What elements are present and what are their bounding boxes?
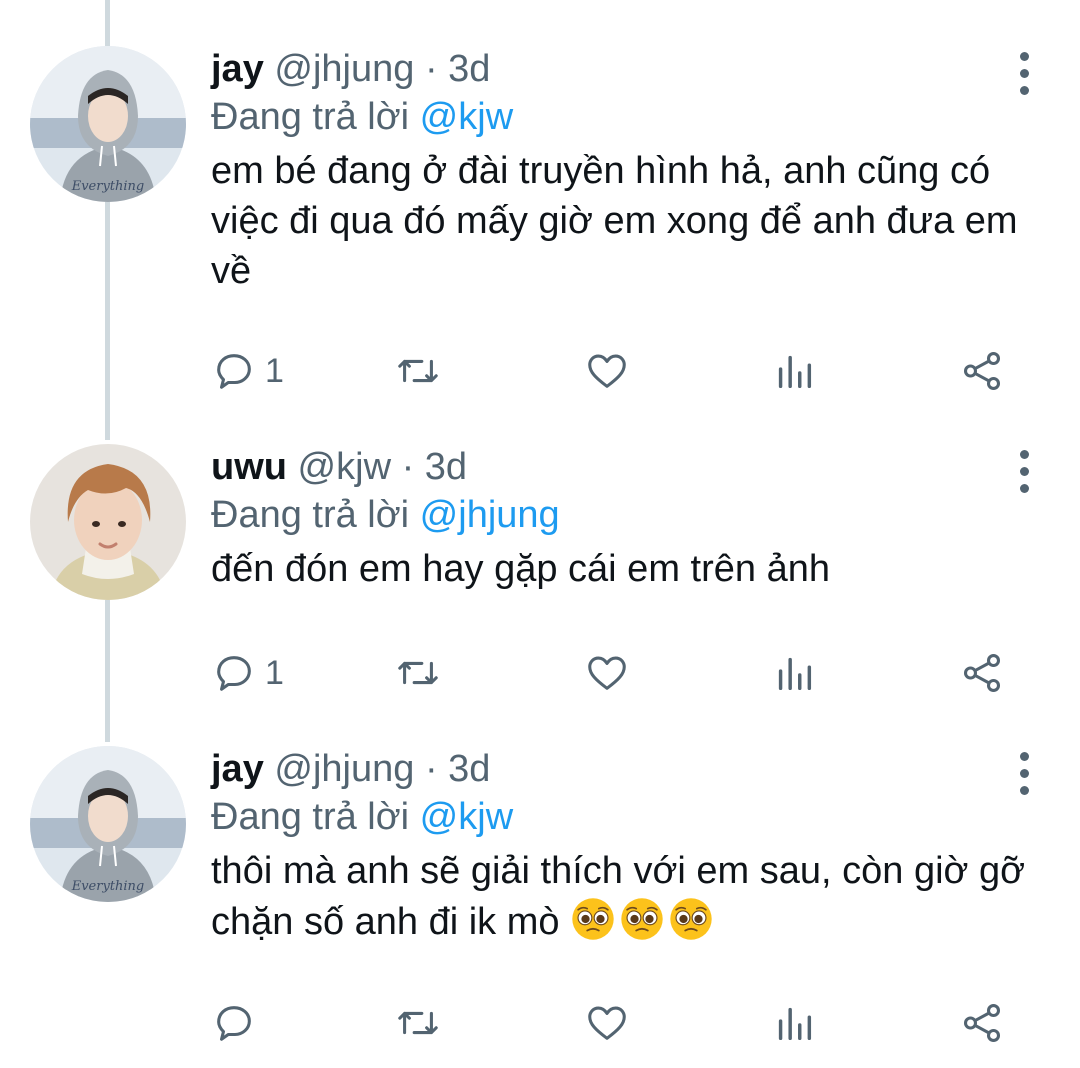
timestamp[interactable]: 3d xyxy=(448,48,490,90)
stats-button[interactable] xyxy=(771,998,817,1048)
tweet-actions xyxy=(211,998,1011,1048)
retweet-icon xyxy=(398,1011,438,1035)
reply-to-line: Đang trả lời @kjw xyxy=(211,92,1040,142)
reply-button[interactable] xyxy=(211,998,265,1048)
svg-text:Everything: Everything xyxy=(71,879,145,894)
like-button[interactable] xyxy=(584,648,630,698)
tweet-actions: 1 xyxy=(211,346,1011,396)
more-icon[interactable] xyxy=(1016,52,1032,112)
reply-count: 1 xyxy=(265,653,284,692)
like-button[interactable] xyxy=(584,998,630,1048)
reply-to-mention[interactable]: @kjw xyxy=(420,96,513,138)
avatar[interactable] xyxy=(30,444,186,600)
reply-icon xyxy=(217,354,251,389)
stats-icon xyxy=(778,657,812,691)
reply-to-prefix: Đang trả lời xyxy=(211,96,410,138)
retweet-button[interactable] xyxy=(395,998,441,1048)
tweet-text: thôi mà anh sẽ giải thích với em sau, cò… xyxy=(211,846,1040,947)
handle[interactable]: @kjw xyxy=(298,446,391,488)
more-icon[interactable] xyxy=(1016,752,1032,812)
reply-to-prefix: Đang trả lời xyxy=(211,494,410,536)
tweet-actions: 1 xyxy=(211,648,1011,698)
thread-line xyxy=(105,190,110,440)
tweet-header: uwu @kjw · 3d xyxy=(211,444,1040,490)
retweet-button[interactable] xyxy=(395,346,441,396)
stats-button[interactable] xyxy=(771,346,817,396)
reply-to-line: Đang trả lời @jhjung xyxy=(211,490,1040,540)
like-icon xyxy=(588,656,626,690)
pleading-face-emoji xyxy=(621,898,663,940)
share-button[interactable] xyxy=(959,998,1005,1048)
handle[interactable]: @jhjung xyxy=(274,748,414,790)
reply-to-prefix: Đang trả lời xyxy=(211,796,410,838)
retweet-icon xyxy=(398,661,438,685)
stats-button[interactable] xyxy=(771,648,817,698)
svg-text:Everything: Everything xyxy=(71,179,145,194)
stats-icon xyxy=(778,355,812,389)
share-button[interactable] xyxy=(959,346,1005,396)
pleading-face-emoji xyxy=(572,898,614,940)
thread-line xyxy=(105,600,110,742)
stats-icon xyxy=(778,1007,812,1041)
reply-button[interactable]: 1 xyxy=(211,648,284,698)
reply-to-mention[interactable]: @kjw xyxy=(420,796,513,838)
more-icon[interactable] xyxy=(1016,450,1032,510)
share-icon xyxy=(963,352,1001,390)
handle[interactable]: @jhjung xyxy=(274,48,414,90)
reply-to-line: Đang trả lời @kjw xyxy=(211,792,1040,842)
pleading-face-emoji xyxy=(670,898,712,940)
reply-count: 1 xyxy=(265,351,284,390)
like-button[interactable] xyxy=(584,346,630,396)
timestamp[interactable]: 3d xyxy=(448,748,490,790)
retweet-icon xyxy=(398,359,438,383)
avatar[interactable]: Everything xyxy=(30,46,186,202)
display-name[interactable]: uwu xyxy=(211,446,287,488)
like-icon xyxy=(588,354,626,388)
separator: · xyxy=(424,48,438,90)
share-icon xyxy=(963,654,1001,692)
reply-icon xyxy=(217,1006,251,1041)
tweet-header: jay @jhjung · 3d xyxy=(211,46,1040,92)
avatar[interactable]: Everything xyxy=(30,746,186,902)
reply-icon xyxy=(217,656,251,691)
display-name[interactable]: jay xyxy=(211,48,264,90)
tweet-text: em bé đang ở đài truyền hình hả, anh cũn… xyxy=(211,150,1018,292)
reply-button[interactable]: 1 xyxy=(211,346,284,396)
separator: · xyxy=(424,748,438,790)
separator: · xyxy=(401,446,415,488)
tweet-text: đến đón em hay gặp cái em trên ảnh xyxy=(211,548,830,590)
tweet-header: jay @jhjung · 3d xyxy=(211,746,1040,792)
retweet-button[interactable] xyxy=(395,648,441,698)
display-name[interactable]: jay xyxy=(211,748,264,790)
tweet-text-body: thôi mà anh sẽ giải thích với em sau, cò… xyxy=(211,850,1026,943)
thread-line xyxy=(105,0,110,46)
reply-to-mention[interactable]: @jhjung xyxy=(420,494,560,536)
share-button[interactable] xyxy=(959,648,1005,698)
like-icon xyxy=(588,1006,626,1040)
timestamp[interactable]: 3d xyxy=(425,446,467,488)
share-icon xyxy=(963,1004,1001,1042)
